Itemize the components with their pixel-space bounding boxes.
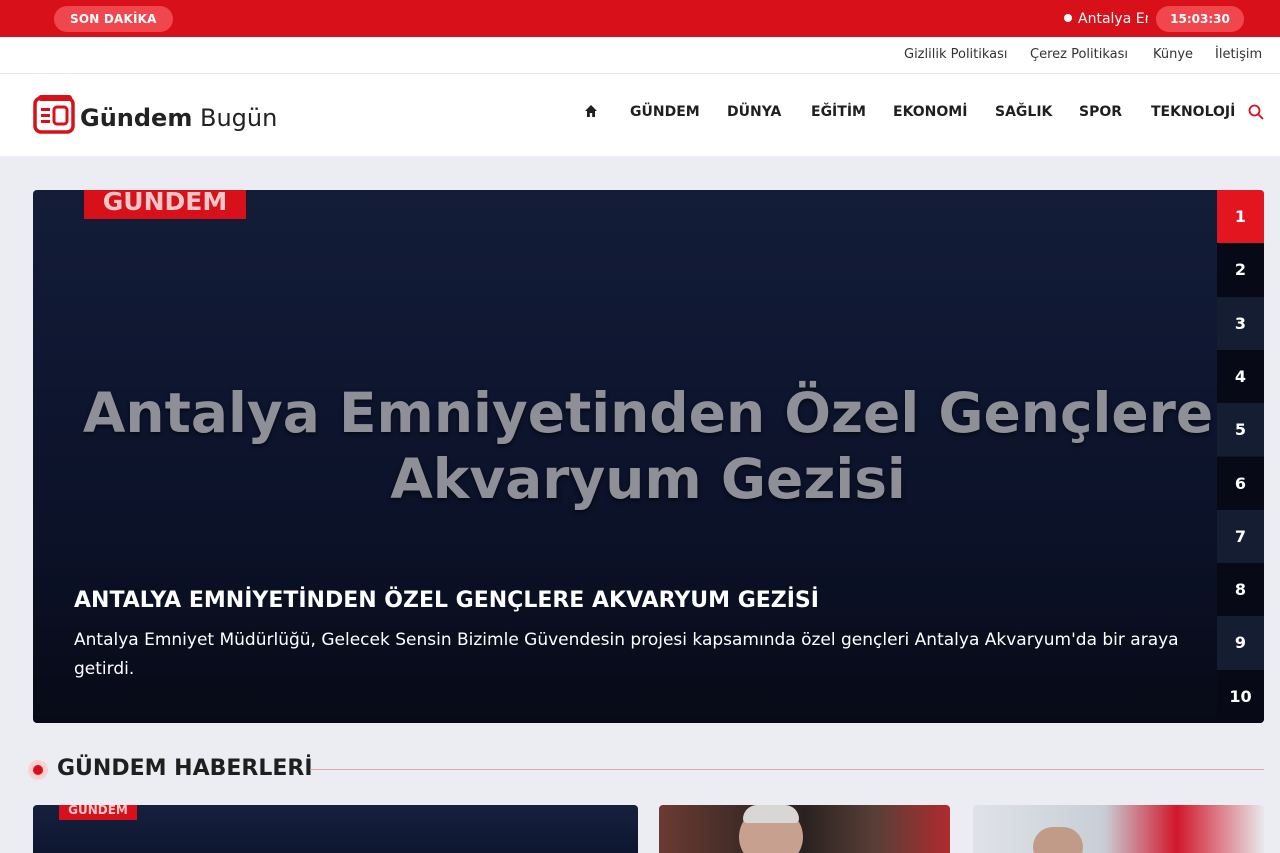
- newspaper-logo-icon: [33, 95, 75, 134]
- slider-page-6[interactable]: 6: [1217, 456, 1264, 510]
- nav-item-saglik[interactable]: SAĞLIK: [995, 104, 1052, 120]
- search-icon[interactable]: [1248, 104, 1264, 120]
- ticker-text[interactable]: Antalya Emniyetinden Özel Gençlere Akvar…: [1078, 11, 1148, 27]
- slider-page-5[interactable]: 5: [1217, 403, 1264, 457]
- breaking-news-badge: SON DAKİKA: [54, 6, 173, 32]
- nav-item-dunya[interactable]: DÜNYA: [727, 104, 781, 120]
- card-photo-hair: [743, 805, 799, 823]
- nav-item-ekonomi[interactable]: EKONOMİ: [893, 104, 967, 120]
- hero-title[interactable]: ANTALYA EMNİYETİNDEN ÖZEL GENÇLERE AKVAR…: [74, 588, 819, 613]
- news-card-image[interactable]: [973, 805, 1264, 853]
- breaking-news-bar: SON DAKİKA Antalya Emniyetinden Özel Gen…: [0, 0, 1280, 37]
- site-name: Gündem Bugün: [80, 104, 278, 132]
- news-card[interactable]: GÜNDEM: [33, 805, 638, 853]
- nav-item-egitim[interactable]: EĞİTİM: [811, 104, 866, 120]
- card-category-badge[interactable]: GÜNDEM: [59, 805, 137, 820]
- card-photo-person: [1033, 827, 1083, 853]
- news-card-image[interactable]: [659, 805, 950, 853]
- section-divider: [310, 769, 1264, 770]
- slider-pagination: 1 2 3 4 5 6 7 8 9 10: [1217, 190, 1264, 723]
- hero-slider[interactable]: GÜNDEM Antalya Emniyetinden Özel Gençler…: [33, 190, 1264, 723]
- section-title: GÜNDEM HABERLERİ: [57, 756, 313, 781]
- imprint-link[interactable]: Künye: [1153, 37, 1193, 73]
- slider-page-3[interactable]: 3: [1217, 296, 1264, 350]
- hero-category-badge[interactable]: GÜNDEM: [84, 190, 246, 219]
- section-heading: GÜNDEM HABERLERİ: [28, 755, 1264, 785]
- nav-item-teknoloji[interactable]: TEKNOLOJİ: [1151, 104, 1235, 120]
- clock: 15:03:30: [1156, 6, 1244, 32]
- nav-item-gundem[interactable]: GÜNDEM: [630, 104, 700, 120]
- utility-bar: Gizlilik Politikası Çerez Politikası Kün…: [0, 37, 1280, 74]
- contact-link[interactable]: İletişim: [1215, 37, 1262, 73]
- section-dot-icon: [28, 760, 48, 780]
- cookie-policy-link[interactable]: Çerez Politikası: [1030, 37, 1128, 73]
- privacy-policy-link[interactable]: Gizlilik Politikası: [904, 37, 1008, 73]
- slider-page-4[interactable]: 4: [1217, 349, 1264, 404]
- home-icon[interactable]: [584, 104, 598, 118]
- slider-page-2[interactable]: 2: [1217, 243, 1264, 297]
- hero-description: Antalya Emniyet Müdürlüğü, Gelecek Sensi…: [74, 630, 1179, 679]
- slider-page-10[interactable]: 10: [1217, 669, 1264, 723]
- site-header: Gündem Bugün GÜNDEM DÜNYA EĞİTİM EKONOMİ…: [0, 74, 1280, 156]
- ticker-dot-icon: [1064, 14, 1072, 22]
- nav-item-spor[interactable]: SPOR: [1079, 104, 1122, 120]
- hero-image-headline: Antalya Emniyetinden Özel Gençlere Akvar…: [82, 381, 1214, 511]
- news-ticker[interactable]: Antalya Emniyetinden Özel Gençlere Akvar…: [1064, 0, 1148, 37]
- slider-page-8[interactable]: 8: [1217, 563, 1264, 617]
- slider-page-7[interactable]: 7: [1217, 509, 1264, 564]
- slider-page-1[interactable]: 1: [1217, 190, 1264, 244]
- slider-page-9[interactable]: 9: [1217, 616, 1264, 670]
